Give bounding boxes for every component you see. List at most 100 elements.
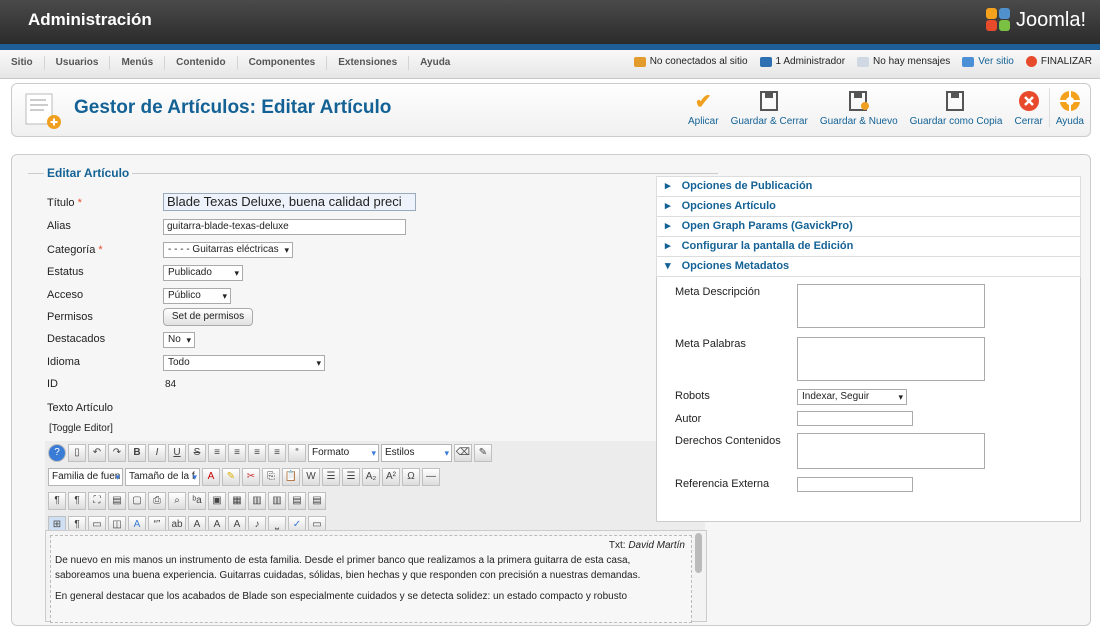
split-cells-icon[interactable]: ▤	[288, 492, 306, 510]
align-left-icon[interactable]: ≡	[208, 444, 226, 462]
editor-scrollbar[interactable]	[695, 533, 702, 573]
panel-article-options[interactable]: ▸ Opciones Artículo	[656, 196, 1081, 217]
external-reference-input[interactable]	[797, 477, 913, 492]
page-title: Gestor de Artículos: Editar Artículo	[74, 97, 392, 118]
redo-icon[interactable]: ↷	[108, 444, 126, 462]
help-button[interactable]: Ayuda	[1048, 88, 1090, 127]
close-button[interactable]: Cerrar	[1008, 88, 1048, 127]
insert-table-icon[interactable]: ▦	[228, 492, 246, 510]
title-input[interactable]: Blade Texas Deluxe, buena calidad preci	[163, 193, 416, 211]
view-site-link[interactable]: Ver sitio	[962, 56, 1014, 67]
category-select[interactable]: - - - - Guitarras eléctricas	[163, 242, 293, 258]
joomla-logo[interactable]: Joomla!	[985, 8, 1086, 32]
editor-content[interactable]: Txt: David Martín De nuevo en mis manos …	[50, 535, 692, 623]
preview-icon[interactable]: ▢	[128, 492, 146, 510]
bullet-list-icon[interactable]: ☰	[322, 468, 340, 486]
save-copy-button[interactable]: Guardar como Copia	[904, 88, 1009, 127]
save-close-button[interactable]: Guardar & Cerrar	[725, 88, 814, 127]
author-input[interactable]	[797, 411, 913, 426]
paint-brush-icon[interactable]: ✎	[474, 444, 492, 462]
replace-icon[interactable]: ᵇa	[188, 492, 206, 510]
print-icon[interactable]: ⎙	[148, 492, 166, 510]
undo-icon[interactable]: ↶	[88, 444, 106, 462]
cell-props-icon[interactable]: ▥	[268, 492, 286, 510]
underline-icon[interactable]: U	[168, 444, 186, 462]
panel-metadata[interactable]: ▾ Opciones Metadatos	[656, 256, 1081, 277]
editor-toolbar-2: Familia de fuen Tamaño de la f A ✎ ✂ ⎘ 📋…	[45, 465, 705, 490]
mail-icon	[857, 56, 870, 67]
template-icon[interactable]: ▤	[108, 492, 126, 510]
rights-textarea[interactable]	[797, 433, 985, 469]
menu-item-site[interactable]: Sitio	[0, 56, 45, 70]
new-document-icon[interactable]: ▯	[68, 444, 86, 462]
row-props-icon[interactable]: ▥	[248, 492, 266, 510]
main-menu-bar: Sitio Usuarios Menús Contenido Component…	[0, 44, 1100, 79]
external-reference-label: Referencia Externa	[675, 478, 770, 490]
article-text-label: Texto Artículo	[47, 402, 114, 414]
align-center-icon[interactable]: ≡	[228, 444, 246, 462]
styles-dropdown[interactable]: Estilos	[381, 444, 452, 462]
rtl-icon[interactable]: ¶	[68, 492, 86, 510]
strikethrough-icon[interactable]: S	[188, 444, 206, 462]
joomla-icon	[985, 8, 1012, 32]
app-title: Administración	[28, 10, 152, 29]
featured-select[interactable]: No	[163, 332, 195, 348]
highlight-icon[interactable]: ✎	[222, 468, 240, 486]
numbered-list-icon[interactable]: ☰	[342, 468, 360, 486]
paste-word-icon[interactable]: W	[302, 468, 320, 486]
set-permissions-button[interactable]: Set de permisos	[163, 308, 253, 326]
align-right-icon[interactable]: ≡	[248, 444, 266, 462]
image-icon[interactable]: ▣	[208, 492, 226, 510]
italic-icon[interactable]: I	[148, 444, 166, 462]
status-messages[interactable]: No hay mensajes	[857, 56, 950, 67]
permissions-label: Permisos	[47, 311, 93, 323]
search-icon[interactable]: ⌕	[168, 492, 186, 510]
font-family-dropdown[interactable]: Familia de fuen	[48, 468, 123, 486]
fieldset-legend: Editar Artículo	[44, 166, 133, 180]
alias-input[interactable]: guitarra-blade-texas-deluxe	[163, 219, 406, 235]
copy-icon[interactable]: ⎘	[262, 468, 280, 486]
eraser-icon[interactable]: ⌫	[454, 444, 472, 462]
editor-body[interactable]: Txt: David Martín De nuevo en mis manos …	[45, 530, 707, 623]
editor-toolbar-1: ? ▯ ↶ ↷ B I U S ≡ ≡ ≡ ≡ “ Formato Estilo…	[45, 441, 705, 466]
apply-button[interactable]: ✔ Aplicar	[682, 88, 725, 128]
menu-item-help[interactable]: Ayuda	[409, 56, 461, 70]
panel-opengraph[interactable]: ▸ Open Graph Params (GavickPro)	[656, 216, 1081, 237]
hr-icon[interactable]: —	[422, 468, 440, 486]
justify-icon[interactable]: ≡	[268, 444, 286, 462]
merge-cells-icon[interactable]: ▤	[308, 492, 326, 510]
help-icon[interactable]: ?	[48, 444, 66, 462]
subscript-icon[interactable]: A₂	[362, 468, 380, 486]
panel-publishing[interactable]: ▸ Opciones de Publicación	[656, 176, 1081, 197]
meta-description-label: Meta Descripción	[675, 286, 760, 298]
bold-icon[interactable]: B	[128, 444, 146, 462]
cut-icon[interactable]: ✂	[242, 468, 260, 486]
toggle-editor-link[interactable]: [Toggle Editor]	[49, 423, 113, 434]
meta-description-textarea[interactable]	[797, 284, 985, 328]
blockquote-icon[interactable]: “	[288, 444, 306, 462]
fullscreen-icon[interactable]: ⛶	[88, 492, 106, 510]
logout-link[interactable]: FINALIZAR	[1025, 56, 1092, 67]
format-dropdown[interactable]: Formato	[308, 444, 379, 462]
menu-item-components[interactable]: Componentes	[238, 56, 328, 70]
language-select[interactable]: Todo	[163, 355, 325, 371]
panel-edit-screen[interactable]: ▸ Configurar la pantalla de Edición	[656, 236, 1081, 257]
menu-item-menus[interactable]: Menús	[110, 56, 166, 70]
state-select[interactable]: Publicado	[163, 265, 243, 281]
robots-select[interactable]: Indexar, Seguir	[797, 389, 907, 405]
meta-keywords-textarea[interactable]	[797, 337, 985, 381]
font-size-dropdown[interactable]: Tamaño de la f	[125, 468, 200, 486]
state-label: Estatus	[47, 266, 84, 278]
superscript-icon[interactable]: A²	[382, 468, 400, 486]
menu-item-extensions[interactable]: Extensiones	[327, 56, 410, 70]
meta-keywords-label: Meta Palabras	[675, 338, 746, 350]
access-select[interactable]: Público	[163, 288, 231, 304]
omega-icon[interactable]: Ω	[402, 468, 420, 486]
text-color-icon[interactable]: A	[202, 468, 220, 486]
save-new-button[interactable]: Guardar & Nuevo	[814, 88, 904, 127]
check-icon: ✔	[694, 90, 712, 113]
menu-item-users[interactable]: Usuarios	[45, 56, 111, 70]
ltr-icon[interactable]: ¶	[48, 492, 66, 510]
menu-item-content[interactable]: Contenido	[165, 56, 238, 70]
paste-icon[interactable]: 📋	[282, 468, 300, 486]
